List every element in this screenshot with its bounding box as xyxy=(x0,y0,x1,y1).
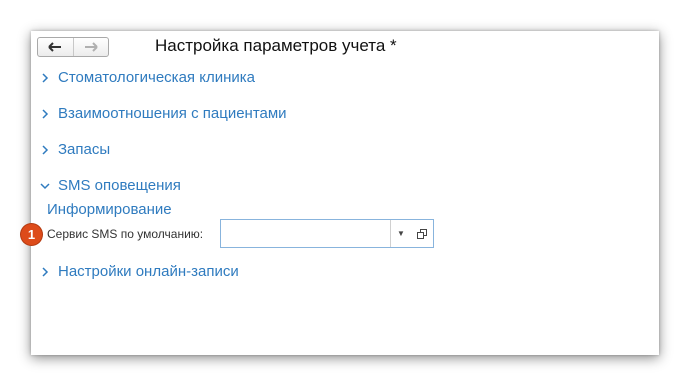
section-sms-notifications[interactable]: SMS оповещения xyxy=(39,177,181,194)
section-online-booking-settings[interactable]: Настройки онлайн-записи xyxy=(39,263,239,280)
open-window-icon xyxy=(417,228,427,239)
open-button[interactable] xyxy=(411,220,433,247)
page-title: Настройка параметров учета * xyxy=(155,36,397,55)
section-stock[interactable]: Запасы xyxy=(39,141,110,158)
chevron-right-icon xyxy=(42,266,49,277)
section-label: Запасы xyxy=(58,141,111,158)
step-badge: 1 xyxy=(21,224,42,245)
sms-service-field: ▼ xyxy=(220,219,434,248)
forward-button[interactable] xyxy=(74,38,109,56)
arrow-right-icon xyxy=(84,42,98,52)
navigation-buttons xyxy=(37,37,109,57)
section-label: SMS оповещения xyxy=(58,177,181,194)
arrow-left-icon xyxy=(48,42,62,52)
section-label: Стоматологическая клиника xyxy=(58,69,255,86)
chevron-down-icon xyxy=(40,182,50,189)
back-button[interactable] xyxy=(38,38,74,56)
chevron-right-icon xyxy=(42,108,49,119)
dropdown-button[interactable]: ▼ xyxy=(390,220,411,247)
section-label: Настройки онлайн-записи xyxy=(58,263,239,280)
settings-window: Настройка параметров учета * Стоматологи… xyxy=(21,31,659,355)
sms-service-input[interactable] xyxy=(221,220,390,247)
section-dental-clinic[interactable]: Стоматологическая клиника xyxy=(39,69,255,86)
group-title-informing: Информирование xyxy=(47,201,172,218)
chevron-right-icon xyxy=(42,144,49,155)
chevron-right-icon xyxy=(42,72,49,83)
chevron-down-icon: ▼ xyxy=(397,229,405,238)
section-patient-relations[interactable]: Взаимоотношения с пациентами xyxy=(39,105,287,122)
sms-service-label: Сервис SMS по умолчанию: xyxy=(47,227,204,241)
section-label: Взаимоотношения с пациентами xyxy=(58,105,287,122)
